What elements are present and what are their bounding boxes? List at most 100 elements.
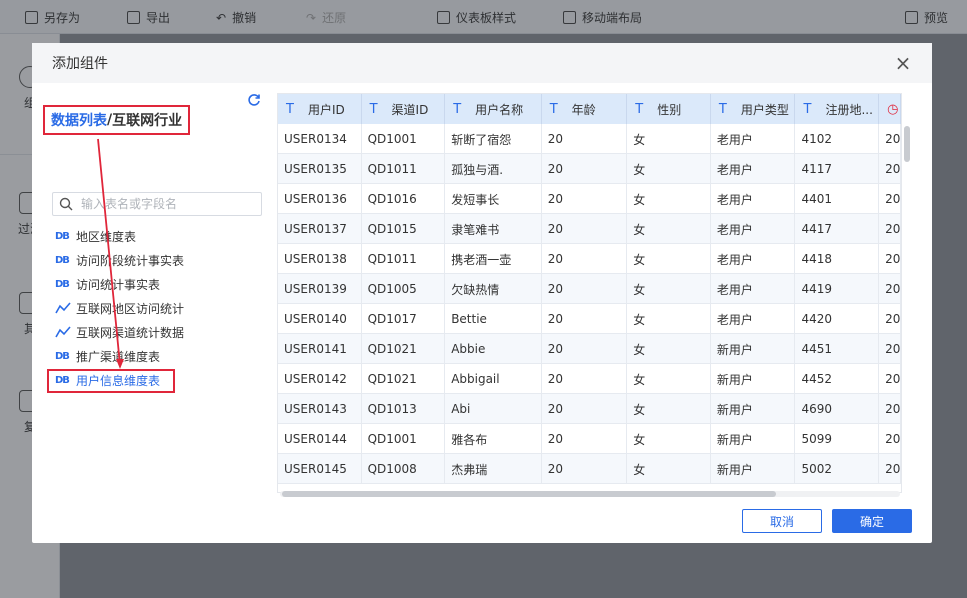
table-cell: 20 <box>879 334 901 364</box>
table-cell: 孤独与酒. <box>445 154 542 184</box>
table-list: DB 地区维度表 DB 访问阶段统计事实表 DB 访问统计事实表 互联网地区访问统计 … <box>55 224 265 392</box>
search-input[interactable] <box>81 197 251 211</box>
table-cell: 老用户 <box>711 304 796 334</box>
table-cell: USER0145 <box>278 454 362 484</box>
table-cell: QD1001 <box>362 124 446 154</box>
table-cell: 20 <box>542 454 628 484</box>
table-row: USER0137 QD1015 隶笔难书 20 女老用户 4417 20 <box>278 214 901 244</box>
table-cell: 20 <box>879 424 901 454</box>
grid-body: USER0134 QD1001 斩断了宿怨 20 女老用户 4102 20 USER0135 Q… <box>278 124 901 484</box>
table-cell: 老用户 <box>711 124 796 154</box>
table-cell: 女 <box>627 244 711 274</box>
table-cell: 20 <box>542 394 628 424</box>
column-header[interactable]: T 用户类型 <box>711 94 796 124</box>
table-cell: 女 <box>627 184 711 214</box>
column-header[interactable]: T 性别 <box>627 94 711 124</box>
table-cell: 女 <box>627 394 711 424</box>
table-cell: 女 <box>627 364 711 394</box>
text-type-icon: T <box>635 101 644 117</box>
table-row: USER0141 QD1021 Abbie 20 女新用户 4451 20 <box>278 334 901 364</box>
table-cell: QD1016 <box>362 184 446 214</box>
table-cell: USER0144 <box>278 424 362 454</box>
table-item-region-dim[interactable]: DB 地区维度表 <box>55 224 265 248</box>
horizontal-scrollbar[interactable] <box>282 491 776 497</box>
text-type-icon: T <box>453 101 462 117</box>
text-type-icon: T <box>286 101 294 117</box>
table-row: USER0136 QD1016 发短事长 20 女老用户 4401 20 <box>278 184 901 214</box>
confirm-button[interactable]: 确定 <box>832 509 912 533</box>
column-header[interactable]: ◷ <box>879 94 901 124</box>
table-cell: USER0141 <box>278 334 362 364</box>
table-cell: 20 <box>542 214 628 244</box>
table-cell: QD1008 <box>362 454 446 484</box>
table-cell: 20 <box>879 124 901 154</box>
table-cell: 20 <box>542 184 628 214</box>
db-table-icon: DB <box>55 254 70 266</box>
table-cell: 隶笔难书 <box>445 214 542 244</box>
text-type-icon: T <box>718 101 727 117</box>
table-cell: USER0134 <box>278 124 362 154</box>
column-header[interactable]: T 年龄 <box>542 94 628 124</box>
table-item-channel-stats[interactable]: 互联网渠道统计数据 <box>55 320 265 344</box>
table-cell: QD1015 <box>362 214 446 244</box>
table-item-region-visit-stats[interactable]: 互联网地区访问统计 <box>55 296 265 320</box>
column-header[interactable]: T 用户名称 <box>445 94 542 124</box>
db-table-icon: DB <box>55 350 70 362</box>
table-item-promo-channel-dim[interactable]: DB 推广渠道维度表 <box>55 344 265 368</box>
table-cell: 5099 <box>795 424 880 454</box>
analysis-table-icon <box>55 326 71 338</box>
table-cell: 20 <box>879 454 901 484</box>
table-row: USER0140 QD1017 Bettie 20 女老用户 4420 20 <box>278 304 901 334</box>
table-cell: USER0139 <box>278 274 362 304</box>
table-cell: 女 <box>627 304 711 334</box>
clock-type-icon: ◷ <box>887 101 899 117</box>
db-table-icon: DB <box>55 230 70 242</box>
table-cell: 女 <box>627 214 711 244</box>
table-cell: 20 <box>879 154 901 184</box>
table-cell: 20 <box>542 124 628 154</box>
close-icon[interactable]: × <box>894 53 912 73</box>
data-preview-grid: T 用户ID T 渠道ID T 用户名称 T 年龄 T 性别 T 用户类型 T 注册地... … <box>277 93 902 493</box>
table-cell: 女 <box>627 454 711 484</box>
vertical-scrollbar[interactable] <box>904 126 910 162</box>
table-cell: Abi <box>445 394 542 424</box>
table-cell: 杰弗瑞 <box>445 454 542 484</box>
table-cell: 20 <box>542 364 628 394</box>
table-item-visit-stage-fact[interactable]: DB 访问阶段统计事实表 <box>55 248 265 272</box>
refresh-icon[interactable] <box>247 93 261 107</box>
table-cell: 20 <box>542 154 628 184</box>
table-cell: 携老酒一壶 <box>445 244 542 274</box>
table-cell: Bettie <box>445 304 542 334</box>
table-cell: 老用户 <box>711 244 796 274</box>
table-cell: 女 <box>627 424 711 454</box>
table-cell: USER0137 <box>278 214 362 244</box>
column-header[interactable]: T 注册地... <box>795 94 880 124</box>
table-cell: 20 <box>542 334 628 364</box>
breadcrumb-link-data-list[interactable]: 数据列表 <box>51 110 107 130</box>
table-cell: USER0142 <box>278 364 362 394</box>
table-cell: 20 <box>879 274 901 304</box>
table-cell: 4401 <box>795 184 880 214</box>
column-header[interactable]: T 用户ID <box>278 94 362 124</box>
table-cell: USER0136 <box>278 184 362 214</box>
table-cell: 4451 <box>795 334 880 364</box>
cancel-button[interactable]: 取消 <box>742 509 822 533</box>
table-row: USER0144 QD1001 雅各布 20 女新用户 5099 20 <box>278 424 901 454</box>
table-row: USER0135 QD1011 孤独与酒. 20 女老用户 4117 20 <box>278 154 901 184</box>
breadcrumb-current: 互联网行业 <box>112 113 183 129</box>
search-icon <box>59 197 73 211</box>
breadcrumb: 数据列表 / 互联网行业 <box>43 105 191 135</box>
column-header[interactable]: T 渠道ID <box>362 94 446 124</box>
table-row: USER0134 QD1001 斩断了宿怨 20 女老用户 4102 20 <box>278 124 901 154</box>
text-type-icon: T <box>803 101 812 117</box>
table-cell: 新用户 <box>711 454 796 484</box>
table-cell: 4690 <box>795 394 880 424</box>
table-cell: 20 <box>879 304 901 334</box>
table-item-visit-fact[interactable]: DB 访问统计事实表 <box>55 272 265 296</box>
table-cell: QD1011 <box>362 154 446 184</box>
table-cell: 欠缺热情 <box>445 274 542 304</box>
table-cell: 20 <box>879 214 901 244</box>
table-cell: 老用户 <box>711 214 796 244</box>
table-cell: 4420 <box>795 304 880 334</box>
table-cell: Abbigail <box>445 364 542 394</box>
